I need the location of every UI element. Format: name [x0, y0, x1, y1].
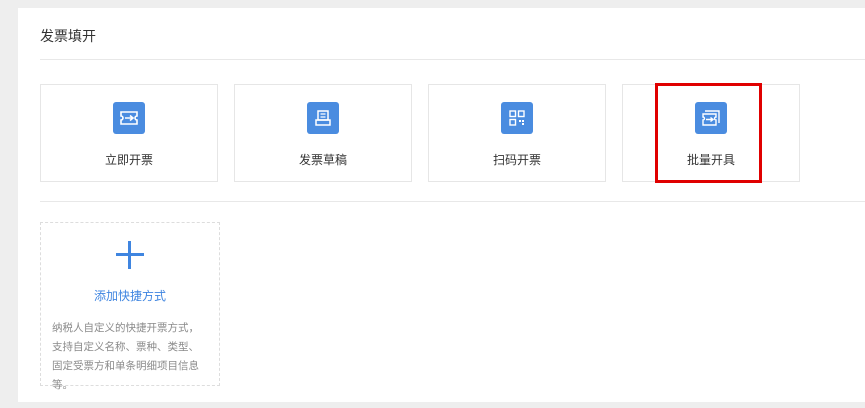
divider — [40, 59, 865, 60]
add-shortcut-card[interactable]: 添加快捷方式 纳税人自定义的快捷开票方式，支持自定义名称、票种、类型、固定受票方… — [40, 222, 220, 391]
card-invoice-draft[interactable]: 发票草稿 — [234, 84, 412, 182]
card-label: 扫码开票 — [492, 153, 541, 167]
card-label: 发票草稿 — [298, 153, 347, 167]
batch-invoice-icon — [695, 102, 727, 134]
add-shortcut-description: 纳税人自定义的快捷开票方式，支持自定义名称、票种、类型、固定受票方和单条明细项目… — [52, 322, 199, 391]
card-immediate-invoice[interactable]: 立即开票 — [40, 84, 218, 182]
card-batch-invoice[interactable]: 批量开具 — [622, 84, 800, 182]
card-scan-invoice[interactable]: 扫码开票 — [428, 84, 606, 182]
invoice-panel: 发票填开 立即开票 发票草稿 扫码开票 批量开具 添加快捷方式 纳税人自定义的快… — [18, 8, 865, 402]
section-title: 发票填开 — [40, 29, 96, 45]
add-shortcut-label: 添加快捷方式 — [93, 289, 166, 303]
plus-icon — [114, 239, 146, 271]
divider — [40, 201, 865, 202]
draft-icon — [307, 102, 339, 134]
invoice-arrow-icon — [113, 102, 145, 134]
card-label: 立即开票 — [104, 153, 153, 167]
card-label: 批量开具 — [686, 153, 735, 167]
qr-code-icon — [501, 102, 533, 134]
